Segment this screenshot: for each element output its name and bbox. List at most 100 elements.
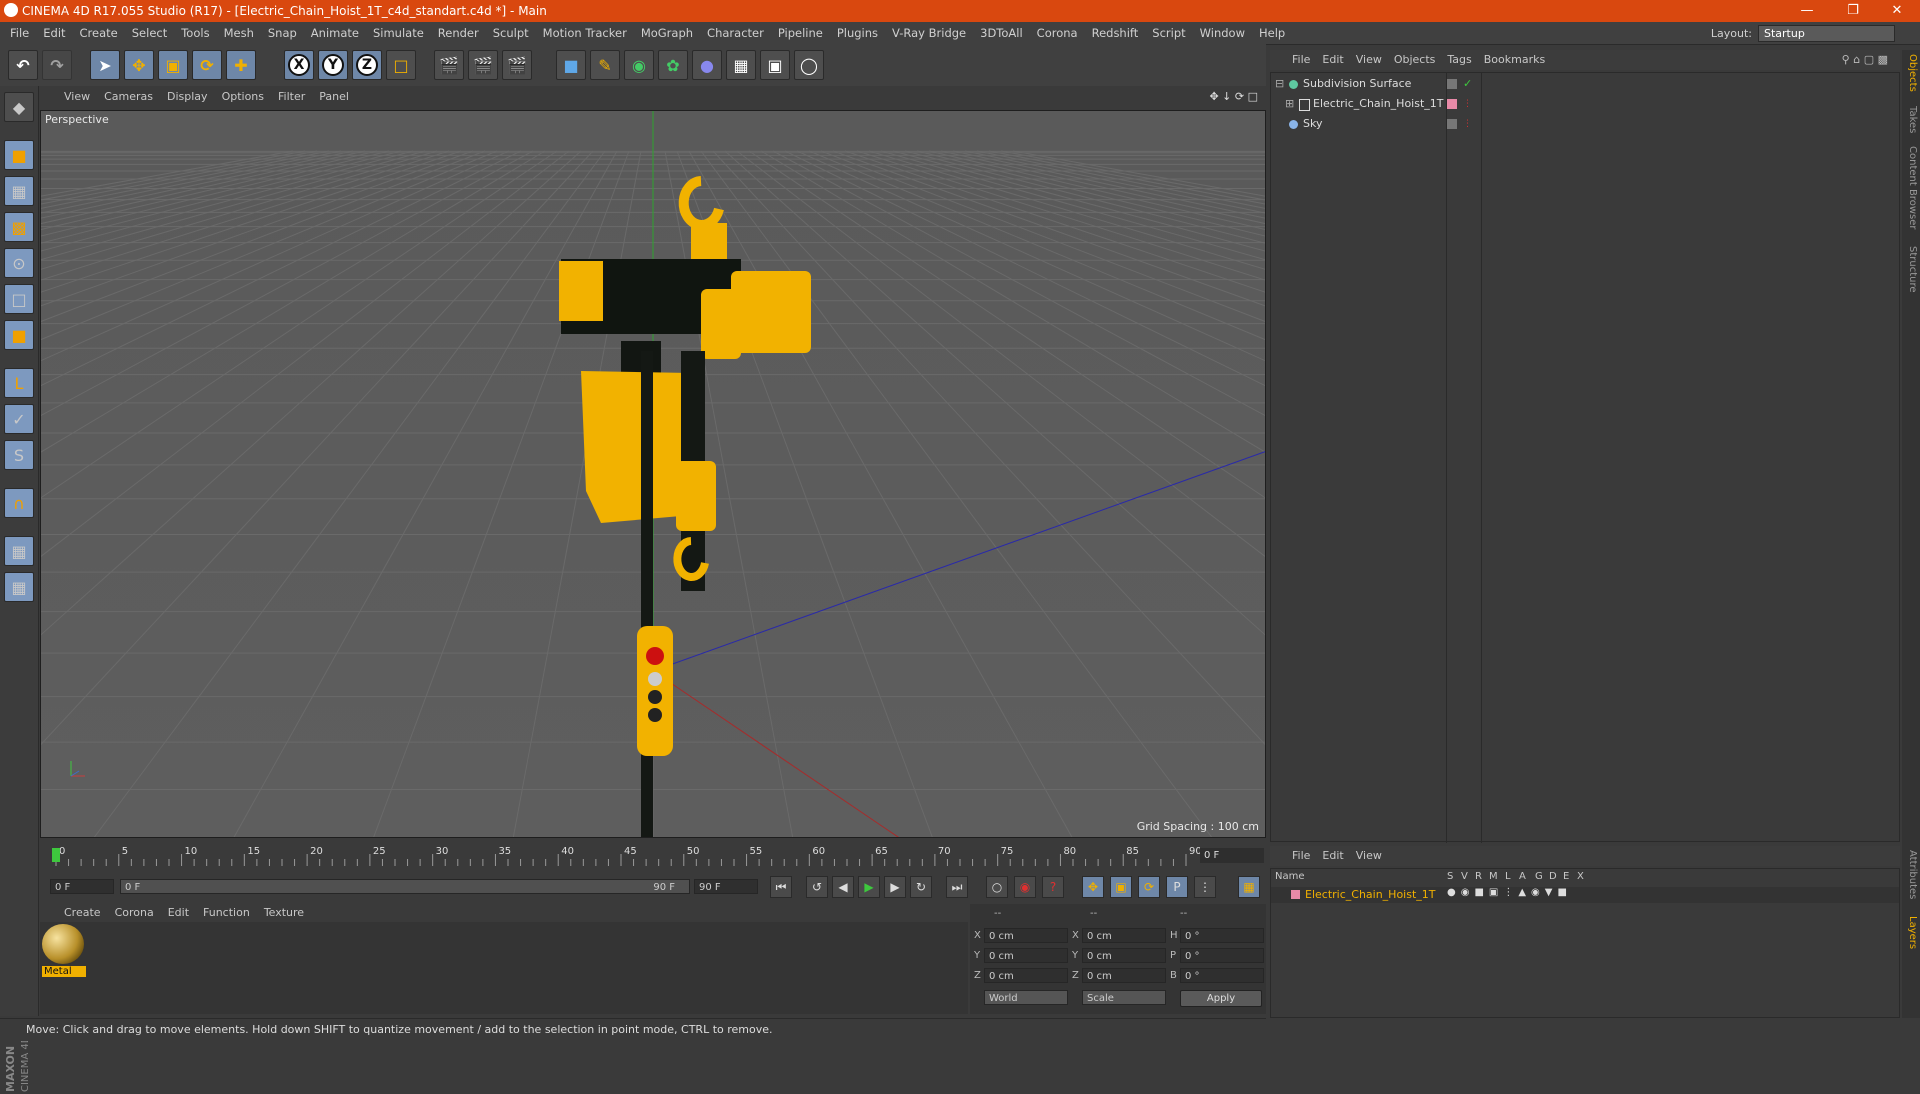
- render-settings-icon[interactable]: 🎬: [502, 50, 532, 80]
- mat-menu-create[interactable]: Create: [40, 904, 108, 922]
- visibility-dots-icon[interactable]: ⋮: [1463, 115, 1472, 133]
- step-forward-icon[interactable]: ▶: [884, 876, 906, 898]
- viewport-menu-display[interactable]: Display: [160, 88, 215, 106]
- rot-p-field[interactable]: 0 °: [1180, 948, 1264, 963]
- menu-pipeline[interactable]: Pipeline: [771, 22, 830, 44]
- y-axis-lock-icon[interactable]: Y: [318, 50, 348, 80]
- layer-row[interactable]: Electric_Chain_Hoist_1T ●◉■▣⋮▲◉▼■: [1271, 887, 1899, 903]
- side-tab-objects[interactable]: Objects: [1904, 54, 1918, 92]
- side-tab-layers[interactable]: Layers: [1904, 916, 1918, 949]
- menu-help[interactable]: Help: [1252, 22, 1292, 44]
- key-parameter-icon[interactable]: P: [1166, 876, 1188, 898]
- viewport-menu-filter[interactable]: Filter: [271, 88, 312, 106]
- layer-color-tag[interactable]: [1447, 99, 1457, 109]
- layout-dropdown[interactable]: Startup: [1758, 25, 1895, 42]
- layer-color-swatch[interactable]: [1291, 890, 1300, 899]
- visibility-dots-icon[interactable]: ⋮: [1463, 95, 1472, 113]
- layer-toggles-icon[interactable]: ●◉■▣⋮▲◉▼■: [1447, 887, 1572, 898]
- undo-icon[interactable]: ↶: [8, 50, 38, 80]
- key-rotation-icon[interactable]: ⟳: [1138, 876, 1160, 898]
- side-tab-structure[interactable]: Structure: [1904, 246, 1918, 293]
- menu-edit[interactable]: Edit: [36, 22, 72, 44]
- menu-corona[interactable]: Corona: [1030, 22, 1085, 44]
- menu-create[interactable]: Create: [73, 22, 125, 44]
- mat-menu-function[interactable]: Function: [196, 904, 257, 922]
- viewport-menu-options[interactable]: Options: [215, 88, 271, 106]
- menu-sculpt[interactable]: Sculpt: [486, 22, 536, 44]
- obj-menu-tags[interactable]: Tags: [1441, 50, 1477, 70]
- scale-tool-icon[interactable]: ▣: [158, 50, 188, 80]
- key-position-icon[interactable]: ✥: [1082, 876, 1104, 898]
- current-frame-field[interactable]: 0 F: [1200, 848, 1264, 863]
- side-tab-content-browser[interactable]: Content Browser: [1904, 146, 1918, 229]
- texture-mode-icon[interactable]: ▦: [4, 176, 34, 206]
- rot-h-field[interactable]: 0 °: [1180, 928, 1264, 943]
- menu-simulate[interactable]: Simulate: [366, 22, 431, 44]
- deformer-icon[interactable]: ●: [692, 50, 722, 80]
- live-selection-icon[interactable]: ✚: [226, 50, 256, 80]
- visibility-toggle-icon[interactable]: [1447, 119, 1457, 129]
- mat-menu-edit[interactable]: Edit: [161, 904, 196, 922]
- size-mode-dropdown[interactable]: Scale: [1082, 990, 1166, 1005]
- coordinate-system-icon[interactable]: □: [386, 50, 416, 80]
- key-scale-icon[interactable]: ▣: [1110, 876, 1132, 898]
- side-tab-attributes[interactable]: Attributes: [1904, 850, 1918, 899]
- rot-b-field[interactable]: 0 °: [1180, 968, 1264, 983]
- maximize-icon[interactable]: ❐: [1830, 0, 1876, 22]
- menu-select[interactable]: Select: [125, 22, 174, 44]
- tweak-mode-icon[interactable]: ✓: [4, 404, 34, 434]
- pos-x-field[interactable]: 0 cm: [984, 928, 1068, 943]
- magnet-icon[interactable]: ∩: [4, 488, 34, 518]
- obj-menu-edit[interactable]: Edit: [1316, 50, 1349, 70]
- record-keys-icon[interactable]: ◉: [1014, 876, 1036, 898]
- menu-script[interactable]: Script: [1145, 22, 1192, 44]
- close-icon[interactable]: ✕: [1874, 0, 1920, 22]
- viewport-menu-cameras[interactable]: Cameras: [97, 88, 160, 106]
- menu-plugins[interactable]: Plugins: [830, 22, 885, 44]
- menu-redshift[interactable]: Redshift: [1085, 22, 1146, 44]
- autokey-icon[interactable]: ?: [1042, 876, 1064, 898]
- lock-workplane-icon[interactable]: ▦: [4, 536, 34, 566]
- menu-mograph[interactable]: MoGraph: [634, 22, 700, 44]
- layer-menu-edit[interactable]: Edit: [1316, 846, 1349, 866]
- mat-menu-texture[interactable]: Texture: [257, 904, 311, 922]
- model-mode-icon[interactable]: ■: [4, 140, 34, 170]
- prev-key-icon[interactable]: ↺: [806, 876, 828, 898]
- menu-character[interactable]: Character: [700, 22, 771, 44]
- play-icon[interactable]: ▶: [858, 876, 880, 898]
- menu-mesh[interactable]: Mesh: [217, 22, 261, 44]
- mat-menu-corona[interactable]: Corona: [108, 904, 161, 922]
- pos-y-field[interactable]: 0 cm: [984, 948, 1068, 963]
- timeline-ticks[interactable]: 0 5 10 15 20 25 30 35 40 45 50 55 60 65 70 75 80 85 90: [50, 844, 1200, 866]
- cube-primitive-icon[interactable]: ■: [556, 50, 586, 80]
- side-tab-takes[interactable]: Takes: [1904, 106, 1918, 133]
- workplane-mode-icon[interactable]: ▩: [4, 212, 34, 242]
- obj-search-icon[interactable]: ⚲ ⌂ ▢ ▩: [1842, 53, 1888, 66]
- minimize-icon[interactable]: —: [1784, 0, 1830, 22]
- next-key-icon[interactable]: ↻: [910, 876, 932, 898]
- menu-motion-tracker[interactable]: Motion Tracker: [536, 22, 634, 44]
- z-axis-lock-icon[interactable]: Z: [352, 50, 382, 80]
- frame-range-slider[interactable]: 0 F 90 F: [120, 879, 690, 894]
- polygons-mode-icon[interactable]: ■: [4, 320, 34, 350]
- obj-menu-objects[interactable]: Objects: [1388, 50, 1442, 70]
- size-z-field[interactable]: 0 cm: [1082, 968, 1166, 983]
- coord-mode-dropdown[interactable]: World: [984, 990, 1068, 1005]
- timeline-ruler[interactable]: 0 5 10 15 20 25 30 35 40 45 50 55 60 65 70 75 80 85 90 0 F: [40, 842, 1266, 874]
- apply-button[interactable]: Apply: [1180, 990, 1262, 1007]
- goto-start-icon[interactable]: ⏮: [770, 876, 792, 898]
- enabled-check-icon[interactable]: ✓: [1463, 75, 1472, 93]
- menu-3dtoall[interactable]: 3DToAll: [973, 22, 1030, 44]
- layer-menu-file[interactable]: File: [1270, 846, 1316, 866]
- axis-mode-icon[interactable]: L: [4, 368, 34, 398]
- collapse-icon[interactable]: ⊟: [1275, 75, 1284, 93]
- floor-scene-icon[interactable]: ▦: [726, 50, 756, 80]
- obj-menu-file[interactable]: File: [1270, 50, 1316, 70]
- menu-render[interactable]: Render: [431, 22, 486, 44]
- menu-vray-bridge[interactable]: V-Ray Bridge: [885, 22, 973, 44]
- size-x-field[interactable]: 0 cm: [1082, 928, 1166, 943]
- move-tool-icon[interactable]: ✥: [124, 50, 154, 80]
- 3d-viewport[interactable]: Perspective Grid Spacing : 100 cm: [40, 110, 1266, 838]
- key-pla-icon[interactable]: ⋮: [1194, 876, 1216, 898]
- camera-icon[interactable]: ▣: [760, 50, 790, 80]
